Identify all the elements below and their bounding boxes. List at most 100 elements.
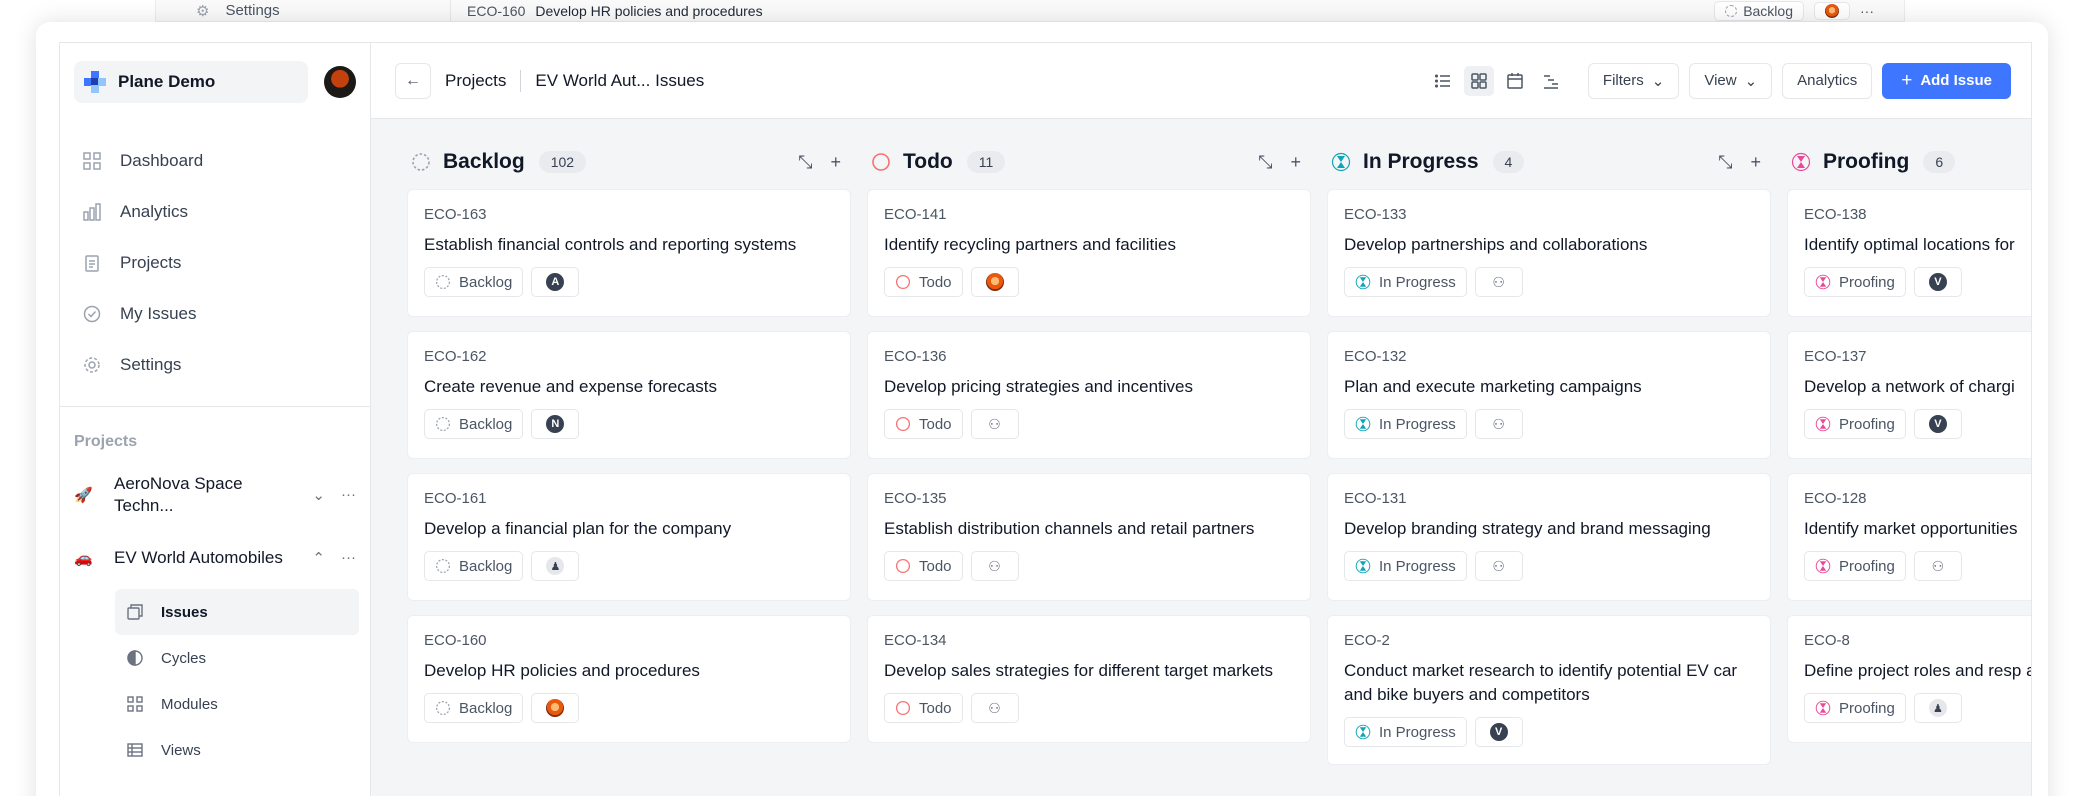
user-avatar[interactable] — [324, 66, 356, 98]
state-dropdown[interactable]: Backlog — [424, 551, 524, 581]
issue-card[interactable]: ECO-132 Plan and execute marketing campa… — [1327, 331, 1771, 459]
issue-card[interactable]: ECO-162 Create revenue and expense forec… — [407, 331, 851, 459]
issue-card[interactable]: ECO-137 Develop a network of chargi Proo… — [1787, 331, 2031, 459]
in-progress-state-icon — [1355, 274, 1371, 290]
assignee-dropdown[interactable]: ⚇ — [1913, 551, 1962, 581]
issue-card[interactable]: ECO-163 Establish financial controls and… — [407, 189, 851, 317]
assignee-dropdown[interactable]: V — [1913, 409, 1962, 439]
kanban-view-button[interactable] — [1463, 65, 1494, 96]
assignee-dropdown[interactable]: ⚇ — [970, 693, 1019, 723]
issue-title: Conduct market research to identify pote… — [1344, 661, 1738, 704]
issue-card[interactable]: ECO-8 Define project roles and resp asks… — [1787, 615, 2031, 743]
sub-nav-issues[interactable]: Issues — [115, 589, 359, 635]
add-issue-button[interactable]: + Add Issue — [1882, 62, 2011, 99]
plus-icon[interactable]: + — [830, 152, 841, 173]
issue-card[interactable]: ECO-2 Conduct market research to identif… — [1327, 615, 1771, 765]
check-circle-icon — [83, 305, 101, 322]
state-dropdown[interactable]: In Progress — [1344, 409, 1467, 439]
issue-card[interactable]: ECO-134 Develop sales strategies for dif… — [867, 615, 1311, 743]
plus-icon[interactable]: + — [1290, 152, 1301, 173]
state-dropdown[interactable]: Proofing — [1804, 693, 1906, 723]
plus-icon[interactable]: + — [1750, 152, 1761, 173]
assignee-dropdown[interactable]: ⚇ — [1474, 551, 1523, 581]
state-dropdown[interactable]: In Progress — [1344, 717, 1467, 747]
assignee-dropdown[interactable] — [970, 267, 1019, 297]
sub-nav-modules[interactable]: Modules — [115, 681, 359, 727]
issue-card[interactable]: ECO-135 Establish distribution channels … — [867, 473, 1311, 601]
state-dropdown[interactable]: In Progress — [1344, 267, 1467, 297]
state-dropdown[interactable]: In Progress — [1344, 551, 1467, 581]
collapse-icon[interactable]: ⤡ — [1718, 152, 1732, 173]
gantt-view-button[interactable] — [1536, 66, 1566, 96]
issue-id: ECO-133 — [1344, 206, 1407, 223]
nav-my-issues[interactable]: My Issues — [60, 288, 370, 339]
sub-nav-label: Modules — [161, 695, 218, 713]
assignee-dropdown[interactable]: ⚇ — [1474, 409, 1523, 439]
issue-title: Establish financial controls and reporti… — [424, 235, 797, 254]
collapse-icon[interactable]: ⤡ — [1258, 152, 1272, 173]
chevron-down-icon[interactable]: ⌄ — [312, 486, 325, 504]
nav-settings[interactable]: Settings — [60, 339, 370, 390]
state-dropdown[interactable]: Todo — [884, 409, 963, 439]
analytics-button[interactable]: Analytics — [1782, 62, 1873, 99]
more-icon[interactable]: ··· — [341, 486, 356, 504]
workspace-switcher[interactable]: Plane Demo — [74, 61, 308, 103]
issue-id: ECO-163 — [424, 206, 487, 223]
list-view-button[interactable] — [1428, 66, 1458, 96]
view-button[interactable]: View ⌄ — [1689, 62, 1773, 99]
assignee-dropdown[interactable]: V — [1913, 267, 1962, 297]
projects-section-label: Projects — [74, 433, 138, 450]
state-label: In Progress — [1379, 273, 1456, 291]
project-controls: ⌃ ··· — [312, 549, 356, 567]
state-dropdown[interactable]: Proofing — [1804, 551, 1906, 581]
state-dropdown[interactable]: Backlog — [424, 409, 524, 439]
issue-card[interactable]: ECO-161 Develop a financial plan for the… — [407, 473, 851, 601]
calendar-view-button[interactable] — [1500, 66, 1530, 96]
assignee-dropdown[interactable]: ⚇ — [1474, 267, 1523, 297]
collapse-icon[interactable]: ⤡ — [798, 152, 812, 173]
project-ev-world[interactable]: 🚗 EV World Automobiles ⌃ ··· — [60, 547, 370, 569]
issue-card[interactable]: ECO-136 Develop pricing strategies and i… — [867, 331, 1311, 459]
state-dropdown[interactable]: Backlog — [424, 693, 524, 723]
state-dropdown[interactable]: Proofing — [1804, 267, 1906, 297]
chevron-up-icon[interactable]: ⌃ — [312, 549, 325, 567]
back-button[interactable]: ← — [395, 62, 431, 99]
nav-analytics[interactable]: Analytics — [60, 186, 370, 237]
assignee-dropdown[interactable]: ♟ — [1913, 693, 1962, 723]
breadcrumb-projects[interactable]: Projects — [445, 71, 506, 91]
issue-card[interactable]: ECO-128 Identify market opportunities Pr… — [1787, 473, 2031, 601]
assignee-dropdown[interactable]: N — [531, 409, 580, 439]
state-label: Proofing — [1839, 273, 1895, 291]
breadcrumb-current[interactable]: EV World Aut... Issues — [535, 71, 704, 91]
issue-properties: In Progress ⚇ — [1344, 551, 1754, 581]
assignee-dropdown[interactable]: A — [531, 267, 580, 297]
nav-projects[interactable]: Projects — [60, 237, 370, 288]
assignee-dropdown[interactable]: V — [1474, 717, 1523, 747]
ghost-sidebar-settings: ⚙ Settings — [156, 0, 451, 21]
issue-card[interactable]: ECO-160 Develop HR policies and procedur… — [407, 615, 851, 743]
issue-card[interactable]: ECO-133 Develop partnerships and collabo… — [1327, 189, 1771, 317]
assignee-dropdown[interactable]: ⚇ — [970, 409, 1019, 439]
app-window: Plane Demo Dashboard Analytics Projects — [36, 22, 2048, 796]
state-dropdown[interactable]: Todo — [884, 267, 963, 297]
ghost-state-label: Backlog — [1743, 2, 1793, 19]
state-dropdown[interactable]: Todo — [884, 551, 963, 581]
assignee-dropdown[interactable]: ♟ — [531, 551, 580, 581]
nav-dashboard[interactable]: Dashboard — [60, 135, 370, 186]
filters-button[interactable]: Filters ⌄ — [1587, 62, 1680, 99]
issue-count-badge: 6 — [1923, 151, 1956, 173]
state-dropdown[interactable]: Backlog — [424, 267, 524, 297]
assignee-dropdown[interactable]: ⚇ — [970, 551, 1019, 581]
sub-nav-views[interactable]: Views — [115, 727, 359, 773]
more-icon[interactable]: ··· — [341, 549, 356, 567]
sub-nav-cycles[interactable]: Cycles — [115, 635, 359, 681]
issue-card[interactable]: ECO-138 Identify optimal locations for P… — [1787, 189, 2031, 317]
issue-card[interactable]: ECO-131 Develop branding strategy and br… — [1327, 473, 1771, 601]
project-aeronova[interactable]: 🚀 AeroNova Space Techn... ⌄ ··· — [60, 473, 370, 517]
issue-title: Develop sales strategies for different t… — [884, 661, 1273, 680]
issue-card[interactable]: ECO-141 Identify recycling partners and … — [867, 189, 1311, 317]
assignee-dropdown[interactable] — [531, 693, 580, 723]
state-dropdown[interactable]: Todo — [884, 693, 963, 723]
state-dropdown[interactable]: Proofing — [1804, 409, 1906, 439]
issue-title: Create revenue and expense forecasts — [424, 377, 717, 396]
